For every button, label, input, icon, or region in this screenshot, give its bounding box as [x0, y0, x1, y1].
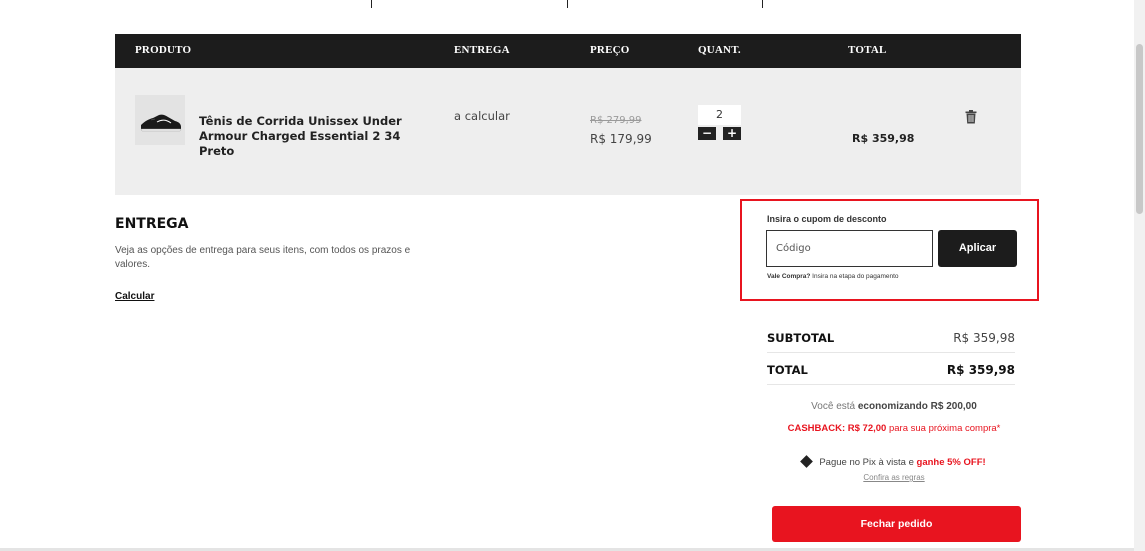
total-value: R$ 359,98 — [946, 363, 1015, 377]
apply-coupon-button[interactable]: Aplicar — [938, 230, 1017, 267]
summary-divider — [767, 352, 1015, 353]
scrollbar[interactable] — [1134, 0, 1145, 551]
column-header-price: PREÇO — [590, 44, 630, 56]
increase-quantity-button[interactable]: + — [723, 127, 741, 140]
coupon-label: Insira o cupom de desconto — [767, 214, 887, 224]
product-name[interactable]: Tênis de Corrida Unissex Under Armour Ch… — [199, 114, 429, 159]
column-header-delivery: ENTREGA — [454, 44, 510, 56]
scrollbar-thumb[interactable] — [1136, 44, 1143, 214]
coupon-note-text: Insira na etapa do pagamento — [812, 273, 899, 280]
sneaker-image — [140, 114, 182, 132]
column-header-quantity: QUANT. — [698, 44, 741, 56]
coupon-input[interactable] — [766, 230, 933, 267]
cashback-rest: para sua próxima compra* — [888, 423, 1001, 434]
price-current: R$ 179,99 — [590, 132, 652, 146]
pix-prefix: Pague no Pix à vista e — [819, 457, 914, 468]
price-original: R$ 279,99 — [590, 115, 642, 126]
progress-divider — [762, 0, 763, 8]
delivery-title: ENTREGA — [115, 216, 189, 232]
column-header-total: TOTAL — [848, 44, 887, 56]
total-label: TOTAL — [767, 363, 808, 377]
subtotal-value: R$ 359,98 — [953, 331, 1015, 345]
cashback-text: CASHBACK: R$ 72,00 para sua próxima comp… — [772, 423, 1016, 434]
calculate-delivery-link[interactable]: Calcular — [115, 291, 154, 302]
checkout-button[interactable]: Fechar pedido — [772, 506, 1021, 542]
trash-icon[interactable] — [965, 110, 977, 124]
delivery-description: Veja as opções de entrega para seus iten… — [115, 245, 411, 270]
coupon-note-bold: Vale Compra? — [767, 273, 811, 280]
quantity-input[interactable]: 2 — [698, 105, 741, 125]
cashback-amount: CASHBACK: R$ 72,00 — [787, 423, 887, 434]
progress-divider — [567, 0, 568, 8]
cart-table-header: PRODUTO ENTREGA PREÇO QUANT. TOTAL — [115, 34, 1021, 68]
decrease-quantity-button[interactable]: − — [698, 127, 716, 140]
savings-amount: economizando R$ 200,00 — [857, 401, 977, 412]
subtotal-label: SUBTOTAL — [767, 331, 835, 345]
delivery-value: a calcular — [454, 109, 510, 123]
summary-divider — [767, 384, 1015, 385]
progress-divider — [371, 0, 372, 8]
coupon-note: Vale Compra? Insira na etapa do pagament… — [767, 273, 899, 280]
rules-link[interactable]: Confira as regras — [772, 473, 1016, 482]
item-total: R$ 359,98 — [852, 132, 915, 145]
coupon-section: Insira o cupom de desconto Aplicar Vale … — [740, 199, 1039, 301]
cart-item-row: Tênis de Corrida Unissex Under Armour Ch… — [115, 68, 1021, 195]
savings-text: Você está economizando R$ 200,00 — [772, 401, 1016, 412]
pix-icon — [800, 455, 814, 468]
savings-prefix: Você está — [811, 401, 856, 412]
pix-discount: ganhe 5% OFF! — [916, 457, 986, 468]
product-image[interactable] — [135, 95, 185, 145]
column-header-product: PRODUTO — [135, 44, 192, 56]
pix-offer: Pague no Pix à vista e ganhe 5% OFF! — [772, 455, 1016, 468]
